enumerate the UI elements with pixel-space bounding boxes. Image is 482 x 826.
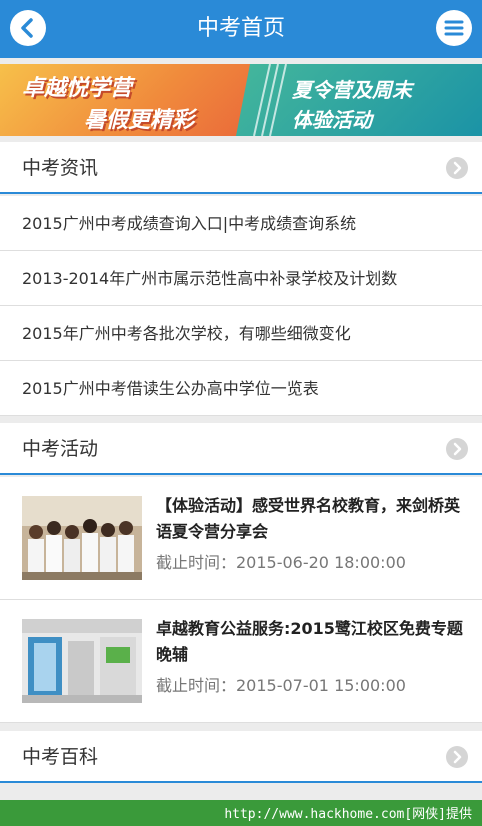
section-wiki-header[interactable]: 中考百科 [0, 731, 482, 783]
section-title: 中考资讯 [22, 157, 99, 179]
activity-title: 【体验活动】感受世界名校教育，来剑桥英语夏令营分享会 [156, 496, 461, 541]
activity-item[interactable]: 【体验活动】感受世界名校教育，来剑桥英语夏令营分享会 截止时间：2015-06-… [0, 477, 482, 600]
top-bar: 中考首页 [0, 0, 482, 58]
activity-deadline: 截止时间：2015-06-20 18:00:00 [156, 553, 406, 572]
page-title: 中考首页 [196, 16, 285, 41]
news-item[interactable]: 2015广州中考借读生公办高中学位一览表 [0, 361, 482, 416]
section-title: 中考活动 [22, 438, 99, 460]
chevron-right-icon [453, 161, 462, 175]
banner-divider-lines [253, 64, 287, 136]
activity-deadline: 截止时间：2015-07-01 15:00:00 [156, 676, 406, 695]
chevron-right-icon [453, 442, 462, 456]
watermark-text: http://www.hackhome.com[网侠]提供 [224, 807, 472, 822]
section-news-header[interactable]: 中考资讯 [0, 142, 482, 194]
more-button[interactable] [446, 438, 468, 460]
news-item[interactable]: 2013-2014年广州市属示范性高中补录学校及计划数 [0, 251, 482, 306]
news-item[interactable]: 2015年广州中考各批次学校，有哪些细微变化 [0, 306, 482, 361]
section-activity-header[interactable]: 中考活动 [0, 423, 482, 475]
activity-thumbnail [22, 496, 142, 580]
menu-button[interactable] [436, 10, 472, 46]
news-list: 2015广州中考成绩查询入口|中考成绩查询系统 2013-2014年广州市属示范… [0, 196, 482, 416]
promo-banner[interactable]: 卓越悦学营 暑假更精彩 夏令营及周末 体验活动 [0, 64, 482, 136]
activity-thumbnail [22, 619, 142, 703]
chevron-right-icon [453, 750, 462, 764]
banner-text-1: 卓越悦学营 [22, 76, 133, 101]
banner-text-2: 暑假更精彩 [84, 108, 195, 133]
more-button[interactable] [446, 157, 468, 179]
section-title: 中考百科 [22, 746, 99, 768]
banner-text-4: 体验活动 [292, 108, 372, 132]
menu-icon [444, 20, 464, 36]
news-item[interactable]: 2015广州中考成绩查询入口|中考成绩查询系统 [0, 196, 482, 251]
banner-text-3: 夏令营及周末 [292, 78, 412, 102]
more-button[interactable] [446, 746, 468, 768]
activity-list: 【体验活动】感受世界名校教育，来剑桥英语夏令营分享会 截止时间：2015-06-… [0, 477, 482, 723]
watermark-bar: http://www.hackhome.com[网侠]提供 [0, 800, 482, 826]
activity-item[interactable]: 卓越教育公益服务:2015鹭江校区免费专题晚辅 截止时间：2015-07-01 … [0, 600, 482, 723]
activity-title: 卓越教育公益服务:2015鹭江校区免费专题晚辅 [156, 619, 463, 664]
